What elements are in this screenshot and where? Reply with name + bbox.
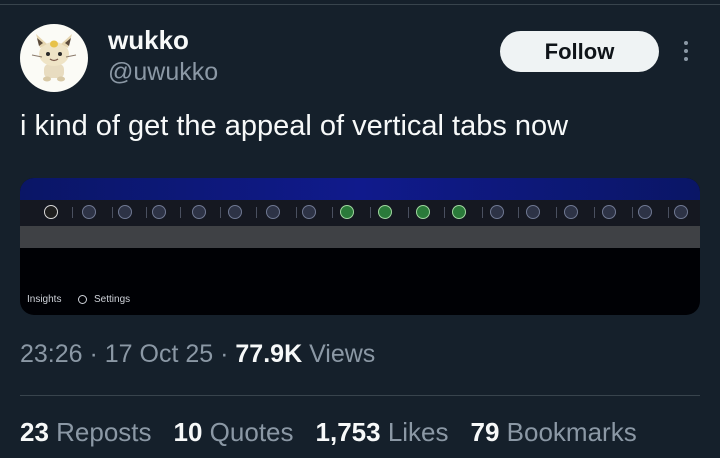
follow-button[interactable]: Follow: [500, 31, 659, 72]
tab-separator: [296, 207, 297, 218]
gear-icon: [78, 295, 87, 304]
tab-separator: [518, 207, 519, 218]
tab-separator: [594, 207, 595, 218]
tab-icon: [302, 205, 316, 219]
settings-label: Settings: [94, 294, 131, 305]
tab-separator: [112, 207, 113, 218]
tweet-date[interactable]: 17 Oct 25: [105, 340, 213, 368]
likes-stat[interactable]: 1,753 Likes: [316, 417, 449, 448]
tab-separator: [482, 207, 483, 218]
tab-separator: [220, 207, 221, 218]
tab-icon: [118, 205, 132, 219]
author-handle[interactable]: @uwukko: [108, 58, 218, 87]
bookmarks-count: 79: [470, 417, 500, 447]
tab-icon: [266, 205, 280, 219]
tab-separator: [72, 207, 73, 218]
quotes-stat[interactable]: 10 Quotes: [174, 417, 294, 448]
insights-label: Insights: [27, 294, 62, 305]
likes-label: Likes: [380, 417, 449, 447]
reposts-stat[interactable]: 23 Reposts: [20, 417, 152, 448]
tab-icon: [602, 205, 616, 219]
meta-separator: ·: [82, 340, 105, 368]
views-label: Views: [302, 340, 376, 368]
reposts-count: 23: [20, 417, 49, 447]
tab-separator: [632, 207, 633, 218]
tweet-meta: 23:26 · 17 Oct 25 · 77.9K Views: [20, 340, 375, 369]
tab-separator: [668, 207, 669, 218]
browser-address-bar: [20, 226, 700, 248]
tab-icon: [192, 205, 206, 219]
tab-icon: [152, 205, 166, 219]
tab-separator: [408, 207, 409, 218]
bookmarks-label: Bookmarks: [499, 417, 637, 447]
meowth-avatar-icon: [31, 34, 77, 82]
avatar[interactable]: [20, 24, 88, 92]
bookmarks-stat[interactable]: 79 Bookmarks: [471, 417, 637, 448]
tab-icon: [228, 205, 242, 219]
tab-icon: [378, 205, 392, 219]
github-tab-icon: [44, 205, 58, 219]
meta-separator: ·: [213, 340, 236, 368]
author-display-name[interactable]: wukko: [108, 25, 189, 56]
tab-separator: [370, 207, 371, 218]
stats-divider: [20, 395, 700, 396]
likes-count: 1,753: [315, 417, 381, 447]
quotes-count: 10: [173, 417, 203, 447]
tab-separator: [444, 207, 445, 218]
tab-icon: [638, 205, 652, 219]
tab-separator: [556, 207, 557, 218]
tab-separator: [180, 207, 181, 218]
tab-icon: [564, 205, 578, 219]
browser-title-band: [20, 178, 700, 200]
tab-icon: [452, 205, 466, 219]
tab-icon: [526, 205, 540, 219]
tab-icon: [340, 205, 354, 219]
browser-tab-strip: [20, 200, 700, 226]
tab-icon: [490, 205, 504, 219]
tab-separator: [332, 207, 333, 218]
engagement-stats: 23 Reposts 10 Quotes 1,753 Likes 79 Book…: [20, 417, 637, 448]
tab-icon: [416, 205, 430, 219]
tweet-text: i kind of get the appeal of vertical tab…: [20, 110, 569, 142]
media-screenshot[interactable]: Insights Settings: [20, 178, 700, 315]
tab-separator: [256, 207, 257, 218]
views-count: 77.9K: [235, 340, 303, 368]
top-divider: [0, 4, 720, 5]
tab-icon: [82, 205, 96, 219]
reposts-label: Reposts: [48, 417, 152, 447]
more-options-icon[interactable]: [678, 38, 694, 66]
tab-icon: [674, 205, 688, 219]
quotes-label: Quotes: [202, 417, 294, 447]
tab-separator: [146, 207, 147, 218]
tweet-time[interactable]: 23:26: [20, 340, 83, 368]
